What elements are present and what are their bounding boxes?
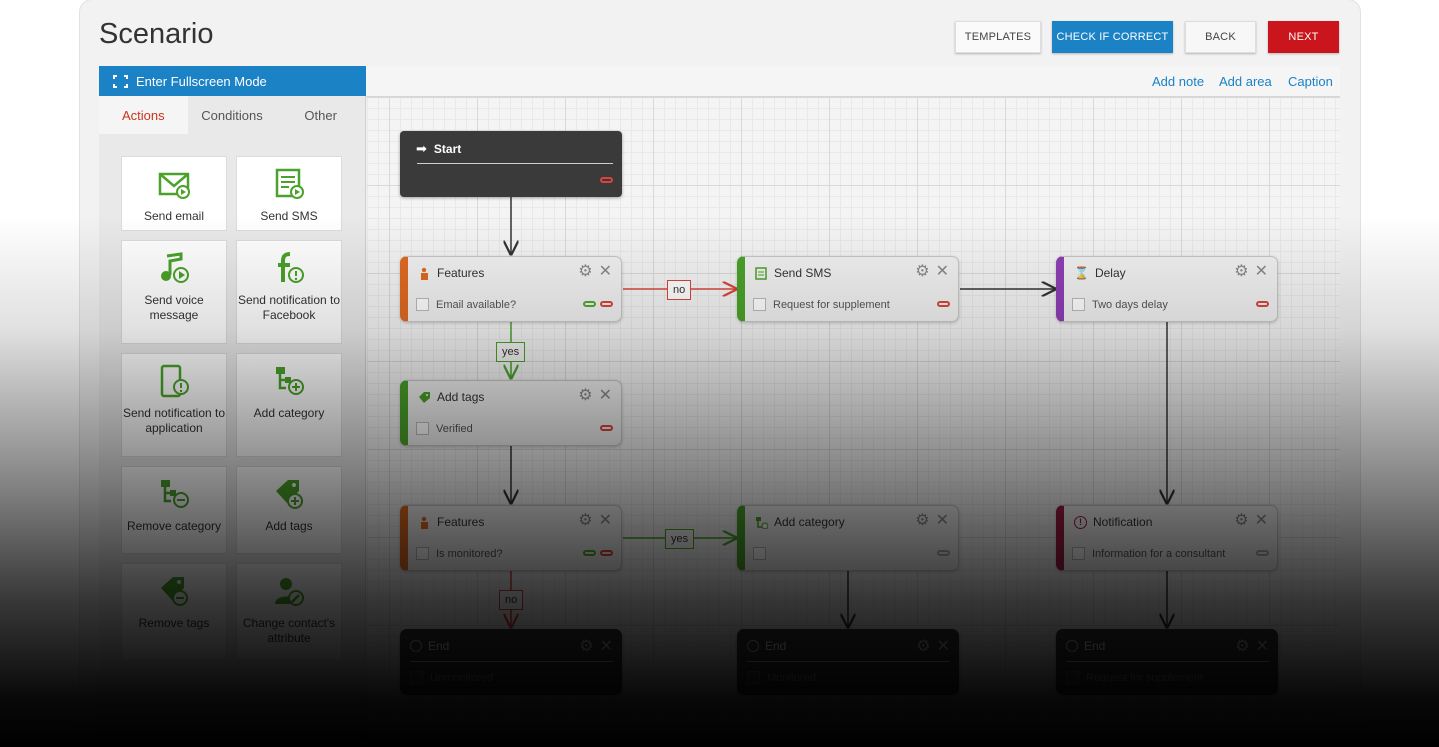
arrow-right-icon: ➡: [416, 141, 427, 156]
link-icon[interactable]: [937, 550, 950, 556]
node-checkbox[interactable]: [416, 547, 429, 560]
close-icon[interactable]: ✕: [936, 264, 949, 280]
close-icon[interactable]: ✕: [936, 513, 949, 529]
node-checkbox[interactable]: [416, 298, 429, 311]
features-icon: [421, 267, 428, 280]
link-icon[interactable]: [1256, 301, 1269, 307]
node-title: End: [1084, 639, 1106, 653]
scenario-editor: Scenario TEMPLATES CHECK IF CORRECT BACK…: [80, 0, 1360, 747]
gear-icon[interactable]: ⚙: [1235, 636, 1249, 656]
gear-icon[interactable]: ⚙: [915, 513, 929, 529]
node-checkbox[interactable]: [1072, 547, 1085, 560]
link-icon[interactable]: [1256, 550, 1269, 556]
end-node[interactable]: End ⚙ ✕ Monitored: [737, 629, 959, 695]
close-icon[interactable]: ✕: [599, 513, 612, 529]
close-icon[interactable]: ✕: [1255, 513, 1268, 529]
node-add-category[interactable]: Add category ⚙ ✕: [737, 505, 959, 571]
node-checkbox[interactable]: [1066, 671, 1079, 684]
node-send-sms[interactable]: Send SMS ⚙ ✕ Request for supplement: [737, 256, 959, 322]
link-icon[interactable]: [600, 177, 613, 183]
node-description: Request for supplement: [773, 298, 890, 311]
node-title: End: [765, 639, 787, 653]
gear-icon[interactable]: ⚙: [579, 636, 593, 656]
node-description: Verified: [436, 422, 473, 435]
alert-icon: !: [1074, 515, 1087, 529]
add-category-icon: [756, 516, 768, 529]
edge-label-no: no: [667, 280, 692, 300]
hourglass-icon: ⌛: [1074, 266, 1089, 280]
gear-icon[interactable]: ⚙: [916, 636, 930, 656]
close-icon[interactable]: ✕: [937, 636, 950, 656]
node-notification[interactable]: ! Notification ⚙ ✕ Information for a consu…: [1056, 505, 1278, 571]
start-node-label: Start: [433, 142, 462, 156]
node-checkbox[interactable]: [410, 671, 423, 684]
edge-label-yes: yes: [665, 529, 695, 549]
node-description: Information for a consultant: [1092, 547, 1226, 560]
node-title: Send SMS: [774, 266, 832, 280]
node-description: Unmonitored: [430, 671, 493, 684]
close-icon[interactable]: ✕: [600, 636, 613, 656]
node-checkbox[interactable]: [416, 422, 429, 435]
node-checkbox[interactable]: [747, 671, 760, 684]
close-icon[interactable]: ✕: [599, 388, 612, 404]
gear-icon[interactable]: ⚙: [1234, 513, 1248, 529]
close-icon[interactable]: ✕: [1255, 264, 1268, 280]
gear-icon[interactable]: ⚙: [578, 513, 592, 529]
edge-label-yes: yes: [496, 342, 526, 362]
node-delay[interactable]: ⌛ Delay ⚙ ✕ Two days delay: [1056, 256, 1278, 322]
node-title: Add category: [774, 515, 845, 529]
close-icon[interactable]: ✕: [1256, 636, 1269, 656]
stop-icon: [410, 640, 422, 652]
start-node[interactable]: ➡ Start: [400, 131, 622, 197]
link-no-icon[interactable]: [600, 301, 613, 307]
node-add-tags[interactable]: Add tags ⚙ ✕ Verified: [400, 380, 622, 446]
node-title: Features: [437, 515, 485, 529]
gear-icon[interactable]: ⚙: [915, 264, 929, 280]
node-description: Is monitored?: [436, 547, 503, 560]
edge-label-no: no: [499, 590, 524, 610]
node-title: End: [428, 639, 450, 653]
link-yes-icon[interactable]: [583, 301, 596, 307]
node-description: Monitored: [767, 671, 816, 684]
node-title: Delay: [1094, 266, 1126, 280]
node-title: Add tags: [437, 390, 485, 404]
end-node[interactable]: End ⚙ ✕ Unmonitored: [400, 629, 622, 695]
gear-icon[interactable]: ⚙: [578, 388, 592, 404]
link-icon[interactable]: [937, 301, 950, 307]
close-icon[interactable]: ✕: [599, 264, 612, 280]
node-features[interactable]: Features ⚙ ✕ Is monitored?: [400, 505, 622, 571]
sms-icon: [755, 266, 767, 280]
node-checkbox[interactable]: [753, 298, 766, 311]
node-description: Two days delay: [1092, 298, 1168, 311]
node-title: Notification: [1093, 515, 1153, 529]
node-description: Request for supplement: [1086, 671, 1203, 684]
link-yes-icon[interactable]: [583, 550, 596, 556]
node-title: Features: [437, 266, 485, 280]
end-node[interactable]: End ⚙ ✕ Request for supplement: [1056, 629, 1278, 695]
node-features[interactable]: Features ⚙ ✕ Email available?: [400, 256, 622, 322]
stop-icon: [1066, 640, 1078, 652]
tag-icon: [419, 391, 430, 403]
start-node-header: ➡ Start: [416, 141, 461, 157]
features-icon: [421, 516, 428, 529]
node-checkbox[interactable]: [1072, 298, 1085, 311]
link-icon[interactable]: [600, 425, 613, 431]
gear-icon[interactable]: ⚙: [578, 264, 592, 280]
stop-icon: [747, 640, 759, 652]
node-checkbox[interactable]: [753, 547, 766, 560]
gear-icon[interactable]: ⚙: [1234, 264, 1248, 280]
link-no-icon[interactable]: [600, 550, 613, 556]
node-description: Email available?: [436, 298, 517, 311]
